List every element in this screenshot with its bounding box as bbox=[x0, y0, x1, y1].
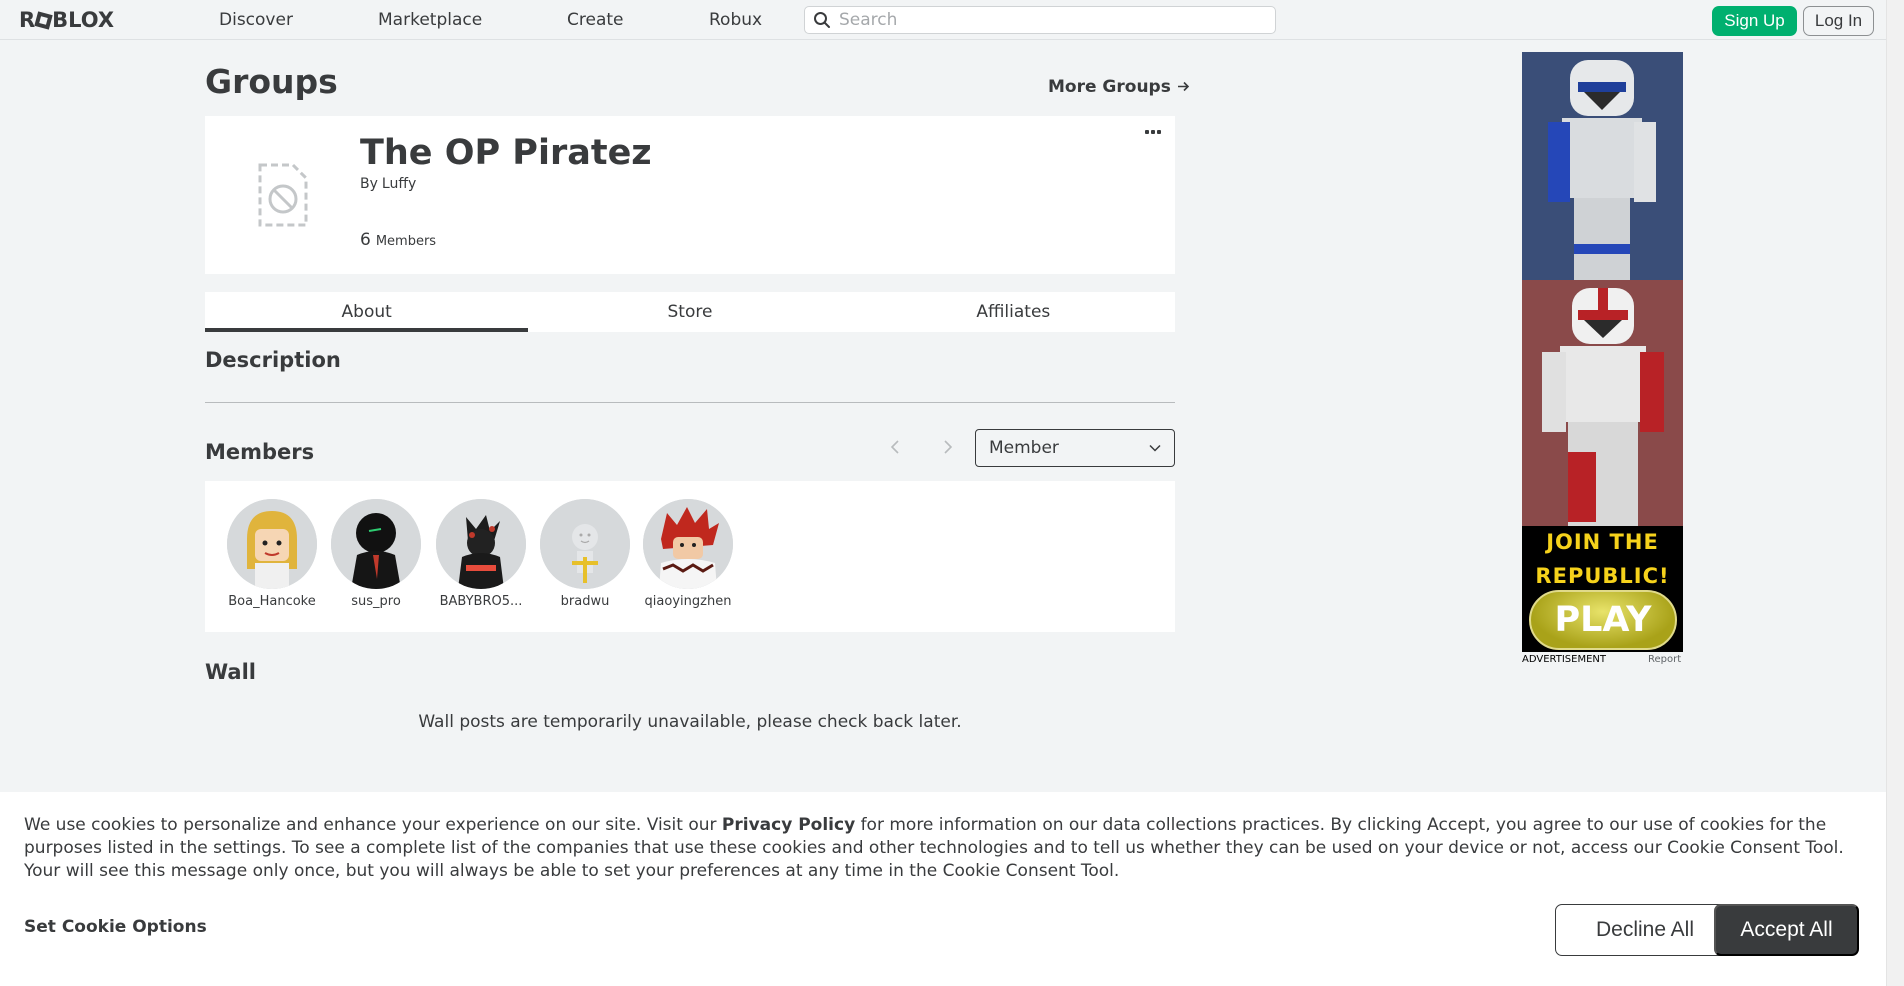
cookie-consent-banner: We use cookies to personalize and enhanc… bbox=[0, 792, 1886, 986]
privacy-policy-link[interactable]: Privacy Policy bbox=[722, 815, 855, 835]
group-header-card: The OP Piratez By Luffy 6 Members bbox=[205, 116, 1175, 274]
member-count-label: Members bbox=[375, 234, 437, 249]
sign-up-button[interactable]: Sign Up bbox=[1712, 6, 1797, 36]
chevron-down-icon bbox=[1149, 444, 1161, 452]
description-heading: Description bbox=[205, 348, 341, 372]
wall-unavailable-message: Wall posts are temporarily unavailable, … bbox=[418, 712, 962, 732]
page-title: Groups bbox=[205, 62, 338, 101]
member-name: sus_pro bbox=[351, 594, 401, 609]
nav-discover-link[interactable]: Discover bbox=[219, 10, 293, 30]
avatar bbox=[436, 499, 526, 589]
cookie-message: We use cookies to personalize and enhanc… bbox=[24, 814, 1854, 883]
member-item[interactable]: qiaoyingzhen bbox=[638, 499, 738, 609]
roblox-logo[interactable]: R BLOX bbox=[19, 8, 114, 32]
group-tabs: About Store Affiliates bbox=[205, 292, 1175, 332]
member-name: qiaoyingzhen bbox=[644, 594, 732, 609]
top-navbar: R BLOX Discover Marketplace Create Robux … bbox=[0, 0, 1886, 40]
member-count-value: 6 bbox=[360, 230, 371, 250]
more-groups-link[interactable]: More Groups bbox=[1048, 77, 1190, 97]
set-cookie-options-link[interactable]: Set Cookie Options bbox=[24, 917, 207, 937]
member-name: BABYBRO5... bbox=[439, 594, 523, 609]
member-item[interactable]: BABYBRO5... bbox=[431, 499, 531, 609]
nav-marketplace-link[interactable]: Marketplace bbox=[378, 10, 482, 30]
ad-report-link[interactable]: Report bbox=[1648, 654, 1681, 665]
nav-create-link[interactable]: Create bbox=[567, 10, 624, 30]
by-label: By bbox=[360, 176, 378, 192]
description-divider bbox=[205, 402, 1175, 403]
decline-all-button[interactable]: Decline All bbox=[1555, 904, 1735, 956]
tab-about[interactable]: About bbox=[205, 292, 529, 332]
search-box[interactable] bbox=[804, 6, 1276, 34]
group-emblem-placeholder-icon bbox=[258, 163, 308, 227]
members-next-button[interactable] bbox=[938, 437, 958, 457]
more-options-icon[interactable] bbox=[1145, 130, 1163, 138]
role-dropdown-value: Member bbox=[989, 438, 1059, 458]
members-prev-button[interactable] bbox=[885, 437, 905, 457]
tab-affiliates[interactable]: Affiliates bbox=[852, 292, 1175, 332]
tab-store[interactable]: Store bbox=[528, 292, 851, 332]
group-owner-line: By Luffy bbox=[360, 176, 416, 192]
chevron-left-icon bbox=[890, 440, 899, 454]
cookie-text-part: We use cookies to personalize and enhanc… bbox=[24, 815, 722, 835]
wall-heading: Wall bbox=[205, 660, 256, 684]
ad-artwork bbox=[1522, 52, 1683, 526]
more-groups-label: More Groups bbox=[1048, 77, 1171, 97]
member-item[interactable]: Boa_Hancoke bbox=[222, 499, 322, 609]
advertisement-banner[interactable]: JOIN THE REPUBLIC! PLAY bbox=[1522, 52, 1683, 652]
avatar bbox=[643, 499, 733, 589]
member-count: 6 Members bbox=[360, 230, 436, 250]
accept-all-button[interactable]: Accept All bbox=[1714, 904, 1859, 956]
member-item[interactable]: bradwu bbox=[535, 499, 635, 609]
search-icon bbox=[814, 12, 830, 28]
ad-headline-line1: JOIN THE bbox=[1546, 530, 1659, 554]
ad-headline-line2: REPUBLIC! bbox=[1535, 564, 1670, 588]
members-list: Boa_Hancoke sus_pro BABYBRO5... bradwu q… bbox=[205, 481, 1175, 632]
arrow-right-icon bbox=[1177, 81, 1189, 92]
avatar bbox=[331, 499, 421, 589]
member-item[interactable]: sus_pro bbox=[326, 499, 426, 609]
nav-robux-link[interactable]: Robux bbox=[709, 10, 762, 30]
search-input[interactable] bbox=[839, 10, 1239, 30]
advertisement-label: ADVERTISEMENT bbox=[1522, 654, 1607, 665]
ad-play-button[interactable]: PLAY bbox=[1529, 590, 1677, 650]
log-in-button[interactable]: Log In bbox=[1803, 6, 1874, 36]
members-heading: Members bbox=[205, 440, 315, 464]
role-dropdown[interactable]: Member bbox=[975, 429, 1175, 467]
member-name: Boa_Hancoke bbox=[228, 594, 316, 609]
avatar bbox=[227, 499, 317, 589]
avatar bbox=[540, 499, 630, 589]
chevron-right-icon bbox=[944, 440, 953, 454]
group-owner-link[interactable]: Luffy bbox=[382, 176, 416, 192]
group-name: The OP Piratez bbox=[360, 133, 652, 173]
member-name: bradwu bbox=[560, 594, 610, 609]
page-scrollbar[interactable] bbox=[1886, 0, 1904, 986]
